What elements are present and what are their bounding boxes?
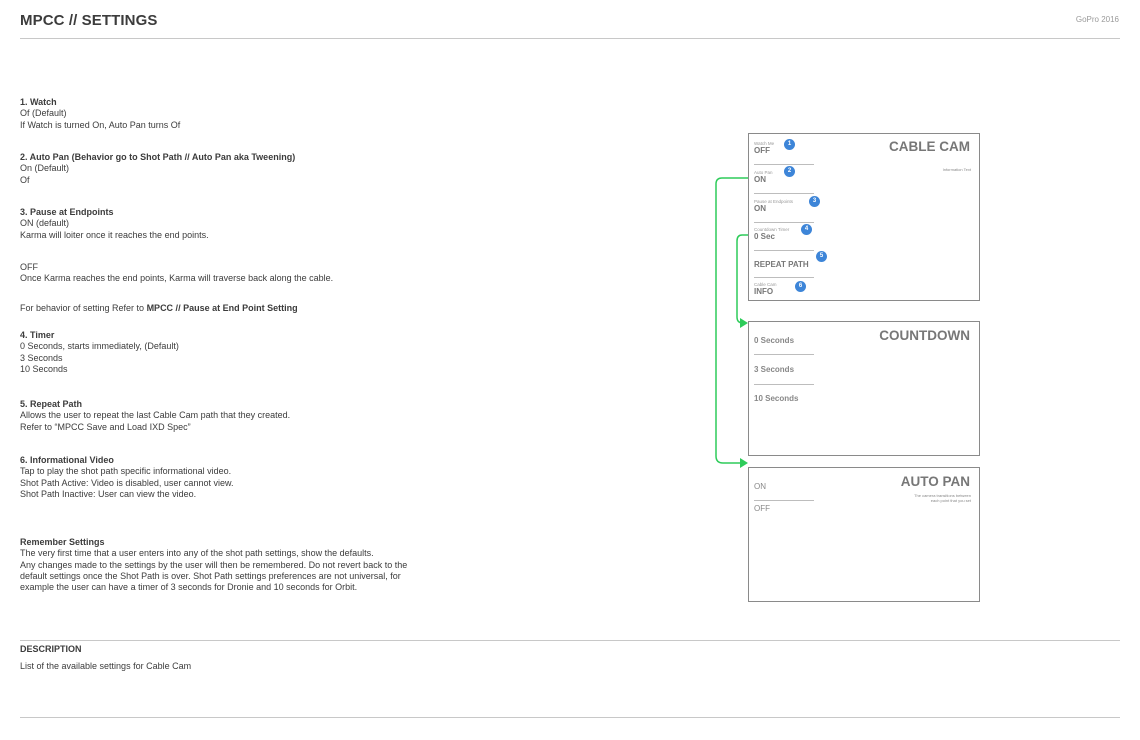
description-body: List of the available settings for Cable…	[20, 661, 192, 671]
cable-cam-panel: CABLE CAM Information Text Watch Me OFF …	[748, 133, 980, 301]
spec-heading: Remember Settings	[20, 537, 105, 547]
option-label: 10 Seconds	[754, 394, 799, 403]
option-label: ON	[754, 482, 766, 491]
brand-label: GoPro 2016	[1075, 15, 1119, 24]
panel-title: COUNTDOWN	[879, 328, 970, 343]
description-divider	[20, 640, 1120, 641]
row-divider	[754, 164, 814, 165]
spec-line: For behavior of setting Refer to	[20, 303, 147, 313]
row-divider	[754, 193, 814, 194]
row-divider	[754, 354, 814, 355]
option-label: 0 Seconds	[754, 336, 795, 345]
callout-badge: 2	[784, 166, 795, 177]
callout-badge: 1	[784, 139, 795, 150]
row-divider	[754, 222, 814, 223]
spec-line: Allows the user to repeat the last Cable…	[20, 410, 291, 421]
spec-line: Of	[20, 174, 30, 185]
spec-line: example the user can have a timer of 3 s…	[20, 582, 358, 593]
spec-video: 6. Informational Video Tap to play the s…	[20, 455, 540, 500]
spec-heading: 2. Auto Pan (Behavior go to Shot Path //…	[20, 152, 296, 162]
auto-pan-option-off[interactable]: OFF	[754, 504, 816, 513]
spec-line: Tap to play the shot path specific infor…	[20, 466, 232, 477]
connector-countdown	[736, 234, 748, 324]
subtitle-line: each point that you set	[930, 498, 971, 503]
countdown-option-10[interactable]: 10 Seconds	[754, 394, 816, 403]
spec-line: Any changes made to the settings by the …	[20, 559, 408, 570]
spec-timer: 4. Timer 0 Seconds, starts immediately, …	[20, 330, 540, 375]
description-title: DESCRIPTION	[20, 644, 82, 654]
row-divider	[754, 277, 814, 278]
spec-line: 3 Seconds	[20, 352, 63, 363]
panel-title: CABLE CAM	[889, 139, 970, 154]
panel-title: AUTO PAN	[900, 474, 970, 489]
spec-line: Refer to “MPCC Save and Load IXD Spec”	[20, 421, 191, 432]
option-label: 3 Seconds	[754, 365, 795, 374]
option-label: OFF	[754, 504, 770, 513]
spec-pause-off: OFF Once Karma reaches the end points, K…	[20, 262, 540, 285]
spec-line: Shot Path Inactive: User can view the vi…	[20, 488, 197, 499]
callout-badge: 6	[795, 281, 806, 292]
spec-watch: 1. Watch Of (Default) If Watch is turned…	[20, 97, 540, 131]
setting-value: ON	[754, 175, 766, 184]
callout-badge: 4	[801, 224, 812, 235]
spec-link-text: MPCC // Pause at End Point Setting	[146, 303, 298, 313]
row-divider	[754, 384, 814, 385]
info-text: Information Text	[942, 167, 971, 172]
spec-line: 10 Seconds	[20, 363, 68, 374]
spec-heading: 4. Timer	[20, 330, 55, 340]
spec-line: Of (Default)	[20, 108, 67, 119]
countdown-option-3[interactable]: 3 Seconds	[754, 365, 816, 374]
spec-line: ON (default)	[20, 218, 70, 229]
countdown-option-0[interactable]: 0 Seconds	[754, 336, 816, 345]
spec-heading: 3. Pause at Endpoints	[20, 207, 114, 217]
spec-repeat: 5. Repeat Path Allows the user to repeat…	[20, 399, 540, 433]
spec-line: default settings once the Shot Path is o…	[20, 570, 401, 581]
arrowhead-countdown-icon	[740, 318, 748, 328]
spec-auto-pan: 2. Auto Pan (Behavior go to Shot Path //…	[20, 152, 540, 186]
countdown-panel: COUNTDOWN 0 Seconds 3 Seconds 10 Seconds	[748, 321, 980, 456]
spec-pause: 3. Pause at Endpoints ON (default) Karma…	[20, 207, 540, 241]
spec-line: Shot Path Active: Video is disabled, use…	[20, 477, 234, 488]
setting-pause-endpoints[interactable]: Pause at Endpoints ON	[754, 199, 816, 213]
auto-pan-option-on[interactable]: ON	[754, 482, 816, 491]
panel-subtitle: The camera transitions between each poin…	[914, 493, 971, 503]
spec-line: If Watch is turned On, Auto Pan turns Of	[20, 119, 181, 130]
spec-heading: 5. Repeat Path	[20, 399, 83, 409]
spec-line: Karma will loiter once it reaches the en…	[20, 229, 209, 240]
row-divider	[754, 500, 814, 501]
spec-line: OFF	[20, 262, 38, 272]
spec-heading: 1. Watch	[20, 97, 57, 107]
footer-divider	[20, 717, 1120, 718]
auto-pan-panel: AUTO PAN The camera transitions between …	[748, 467, 980, 602]
spec-line: The very first time that a user enters i…	[20, 548, 374, 559]
arrowhead-auto-pan-icon	[740, 458, 748, 468]
callout-badge: 5	[816, 251, 827, 262]
spec-line: Once Karma reaches the end points, Karma…	[20, 273, 334, 284]
setting-value: ON	[754, 204, 766, 213]
spec-heading: 6. Informational Video	[20, 455, 114, 465]
setting-value: INFO	[754, 287, 774, 296]
spec-line: 0 Seconds, starts immediately, (Default)	[20, 341, 179, 352]
spec-remember: Remember Settings The very first time th…	[20, 537, 540, 593]
setting-cable-cam-info[interactable]: Cable Cam INFO	[754, 282, 816, 296]
spec-pause-refer: For behavior of setting Refer to MPCC //…	[20, 303, 540, 314]
spec-line: On (Default)	[20, 163, 70, 174]
callout-badge: 3	[809, 196, 820, 207]
header-divider	[20, 38, 1120, 39]
page-title: MPCC // SETTINGS	[20, 12, 158, 29]
row-divider	[754, 250, 814, 251]
